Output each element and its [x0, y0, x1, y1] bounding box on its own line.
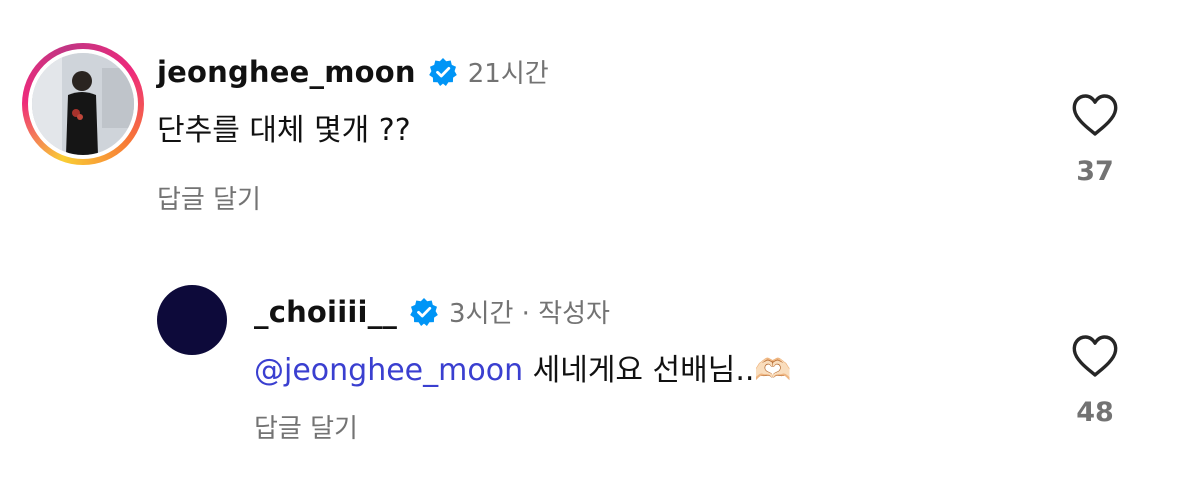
verified-badge-icon: [428, 57, 458, 87]
like-column: 37: [1065, 92, 1125, 187]
reply-message: 세네게요 선배님..🫶🏻: [532, 353, 792, 388]
heart-icon[interactable]: [1065, 92, 1125, 138]
username[interactable]: jeonghee_moon: [157, 55, 416, 89]
like-count: 48: [1076, 397, 1114, 428]
heart-icon[interactable]: [1065, 333, 1125, 379]
username[interactable]: _choiiii__: [254, 295, 397, 329]
timestamp: 3시간 · 작성자: [449, 299, 610, 329]
like-column: 48: [1065, 333, 1125, 428]
reply-button[interactable]: 답글 달기: [254, 408, 358, 445]
avatar-photo: [157, 285, 227, 355]
verified-badge-icon: [409, 297, 439, 327]
mention-link[interactable]: @jeonghee_moon: [254, 353, 523, 388]
avatar-photo: [32, 53, 134, 155]
comment-text: 단추를 대체 몇개 ??: [157, 113, 411, 148]
reply-button[interactable]: 답글 달기: [157, 179, 261, 216]
avatar[interactable]: [157, 285, 227, 355]
reply-header: _choiiii__ 3시간 · 작성자: [254, 293, 610, 330]
comment-header: jeonghee_moon 21시간: [157, 53, 549, 90]
reply-text: @jeonghee_moon 세네게요 선배님..🫶🏻: [254, 345, 792, 389]
timestamp: 21시간: [467, 59, 549, 89]
like-count: 37: [1076, 156, 1114, 187]
avatar[interactable]: [22, 43, 144, 165]
